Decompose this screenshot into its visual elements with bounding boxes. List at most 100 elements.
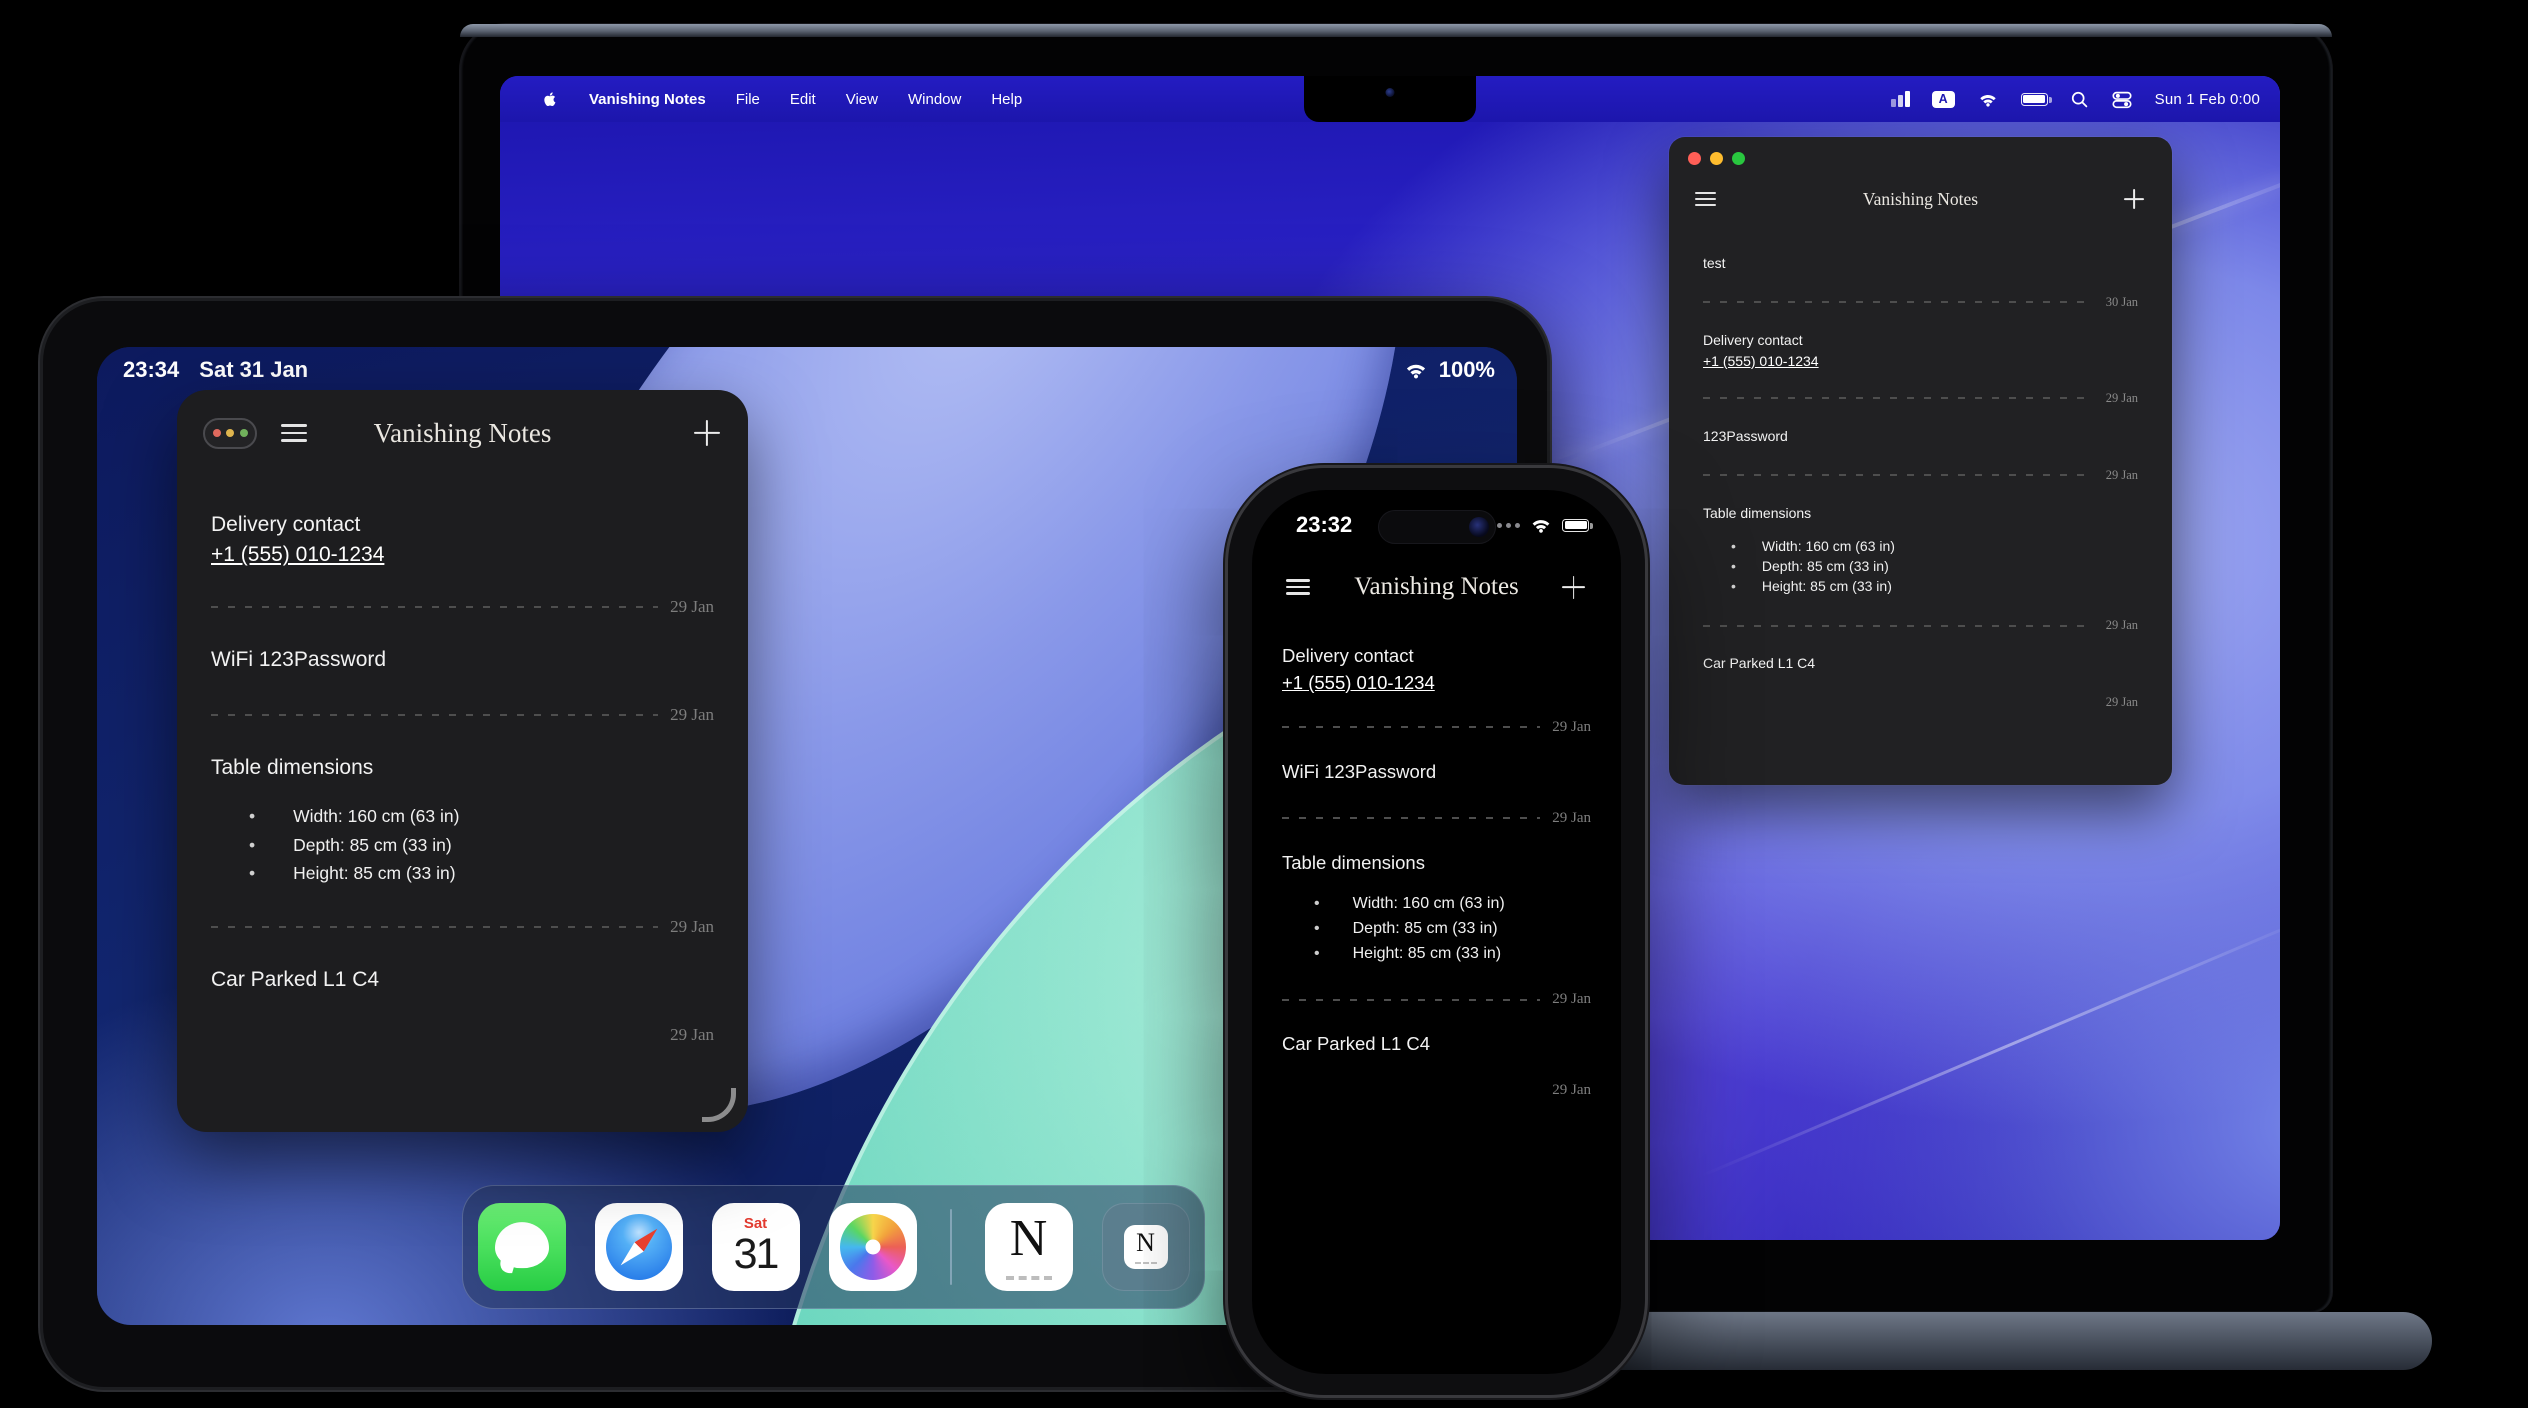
hamburger-icon xyxy=(1286,579,1310,582)
note-item[interactable]: WiFi 123Password 29 Jan xyxy=(1282,736,1591,827)
battery-percent: 100% xyxy=(1439,357,1495,383)
note-divider-dash-icon xyxy=(1282,817,1540,819)
zoom-button[interactable] xyxy=(1732,152,1745,165)
dock-icon-photos[interactable] xyxy=(829,1203,917,1291)
wifi-icon[interactable] xyxy=(1977,91,1999,108)
close-button[interactable] xyxy=(213,429,221,437)
minimize-button[interactable] xyxy=(1710,152,1723,165)
note-item[interactable]: WiFi 123Password 29 Jan xyxy=(211,617,714,724)
window-controls xyxy=(1688,152,1745,165)
note-item[interactable]: Car Parked L1 C4 29 Jan xyxy=(1703,633,2138,710)
apple-menu-icon[interactable] xyxy=(542,89,559,109)
suggested-app-tile: N xyxy=(1124,1225,1168,1269)
suggested-app-dashes-icon xyxy=(1135,1262,1157,1264)
note-divider-dash-icon xyxy=(1282,726,1540,728)
calendar-day: 31 xyxy=(712,1231,800,1278)
note-text: Delivery contact xyxy=(1703,310,2138,350)
note-bullet-item: •Height: 85 cm (33 in) xyxy=(249,859,714,887)
window-header: Vanishing Notes xyxy=(177,414,748,452)
window-title: Vanishing Notes xyxy=(1669,189,2172,210)
menu-item[interactable]: Edit xyxy=(790,91,816,108)
note-text: test xyxy=(1703,233,2138,273)
close-button[interactable] xyxy=(1688,152,1701,165)
note-item[interactable]: test 30 Jan xyxy=(1703,233,2138,310)
menu-item[interactable]: File xyxy=(736,91,760,108)
note-item[interactable]: Car Parked L1 C4 29 Jan xyxy=(211,937,714,1044)
dock-icon-vanishing-notes[interactable]: N xyxy=(985,1203,1073,1291)
note-date-divider: 29 Jan xyxy=(1703,618,2138,633)
status-time: 23:34 xyxy=(123,357,179,383)
menu-button[interactable] xyxy=(281,420,307,447)
hamburger-icon xyxy=(281,424,307,427)
note-date-divider: 29 Jan xyxy=(211,705,714,725)
note-text: Table dimensions xyxy=(1703,483,2138,523)
note-item[interactable]: 123Password 29 Jan xyxy=(1703,406,2138,483)
note-bullets: •Width: 160 cm (63 in)•Depth: 85 cm (33 … xyxy=(1282,891,1591,967)
note-text: WiFi 123Password xyxy=(211,617,714,674)
note-date: 29 Jan xyxy=(670,917,714,937)
resize-handle[interactable] xyxy=(702,1088,736,1122)
wallpaper-streak xyxy=(1701,910,2280,1177)
new-note-button[interactable] xyxy=(692,418,722,448)
note-date-divider: 29 Jan xyxy=(1282,1082,1591,1099)
note-divider-dash-icon xyxy=(1282,999,1540,1001)
status-time: 23:32 xyxy=(1296,512,1352,538)
note-item[interactable]: Delivery contact +1 (555) 010-1234 29 Ja… xyxy=(1282,620,1591,736)
scene: Vanishing Notes File Edit View Window Help A… xyxy=(0,0,2528,1408)
battery-icon xyxy=(1562,519,1589,532)
note-date-divider: 29 Jan xyxy=(1282,810,1591,827)
menu-item[interactable]: Help xyxy=(991,91,1022,108)
window-header: Vanishing Notes xyxy=(1669,181,2172,217)
new-note-button[interactable] xyxy=(2122,187,2146,211)
signal-bars-icon[interactable] xyxy=(1891,91,1910,107)
compass-icon xyxy=(606,1214,672,1280)
note-date: 29 Jan xyxy=(1552,810,1591,827)
battery-icon[interactable] xyxy=(2021,93,2048,106)
zoom-button[interactable] xyxy=(240,429,248,437)
minimize-button[interactable] xyxy=(226,429,234,437)
note-date: 29 Jan xyxy=(670,705,714,725)
note-phone-link[interactable]: +1 (555) 010-1234 xyxy=(1703,353,2138,369)
note-bullet-item: •Depth: 85 cm (33 in) xyxy=(249,831,714,859)
note-date: 29 Jan xyxy=(2106,618,2138,633)
note-item[interactable]: Car Parked L1 C4 29 Jan xyxy=(1282,1008,1591,1099)
menu-bar-clock[interactable]: Sun 1 Feb 0:00 xyxy=(2155,91,2260,108)
note-date-divider: 29 Jan xyxy=(211,1025,714,1045)
search-icon[interactable] xyxy=(2070,90,2089,109)
note-date-divider: 29 Jan xyxy=(1703,391,2138,406)
note-date-divider: 30 Jan xyxy=(1703,295,2138,310)
note-item[interactable]: Delivery contact +1 (555) 010-1234 29 Ja… xyxy=(1703,310,2138,406)
menu-button[interactable] xyxy=(1286,575,1310,600)
note-date-divider: 29 Jan xyxy=(211,917,714,937)
keyboard-input-icon[interactable]: A xyxy=(1932,91,1955,108)
menu-item[interactable]: Window xyxy=(908,91,961,108)
note-phone-link[interactable]: +1 (555) 010-1234 xyxy=(211,543,714,567)
mac-app-window: Vanishing Notes test 30 Jan Delivery con… xyxy=(1669,137,2172,785)
dock-icon-safari[interactable] xyxy=(595,1203,683,1291)
note-item[interactable]: Table dimensions •Width: 160 cm (63 in)•… xyxy=(1703,483,2138,634)
dock-icon-messages[interactable] xyxy=(478,1203,566,1291)
new-note-button[interactable] xyxy=(1560,574,1587,601)
dynamic-island xyxy=(1378,510,1496,544)
note-phone-link[interactable]: +1 (555) 010-1234 xyxy=(1282,672,1591,694)
notes-list: Delivery contact +1 (555) 010-1234 29 Ja… xyxy=(1282,620,1591,1099)
note-date-divider: 29 Jan xyxy=(1282,719,1591,736)
note-text: Table dimensions xyxy=(1282,827,1591,876)
ipad-status-bar: 23:34 Sat 31 Jan 100% xyxy=(123,357,1495,383)
note-divider-dash-icon xyxy=(211,714,658,716)
note-item[interactable]: Table dimensions •Width: 160 cm (63 in)•… xyxy=(211,725,714,937)
status-date: Sat 31 Jan xyxy=(199,357,308,383)
note-item[interactable]: Table dimensions •Width: 160 cm (63 in)•… xyxy=(1282,827,1591,1009)
menu-button[interactable] xyxy=(1695,188,1716,210)
control-center-icon[interactable] xyxy=(2111,90,2133,109)
note-text: Table dimensions xyxy=(211,725,714,782)
dock-icon-suggested-app[interactable]: N xyxy=(1102,1203,1190,1291)
menu-app-name[interactable]: Vanishing Notes xyxy=(589,91,706,108)
window-controls-capsule[interactable] xyxy=(203,418,257,449)
ipad-app-window: Vanishing Notes Delivery contact +1 (555… xyxy=(177,390,748,1132)
note-date: 29 Jan xyxy=(1552,991,1591,1008)
dock-icon-calendar[interactable]: Sat 31 xyxy=(712,1203,800,1291)
note-bullet-item: •Width: 160 cm (63 in) xyxy=(1314,891,1591,916)
note-item[interactable]: Delivery contact +1 (555) 010-1234 29 Ja… xyxy=(211,482,714,617)
menu-item[interactable]: View xyxy=(846,91,878,108)
